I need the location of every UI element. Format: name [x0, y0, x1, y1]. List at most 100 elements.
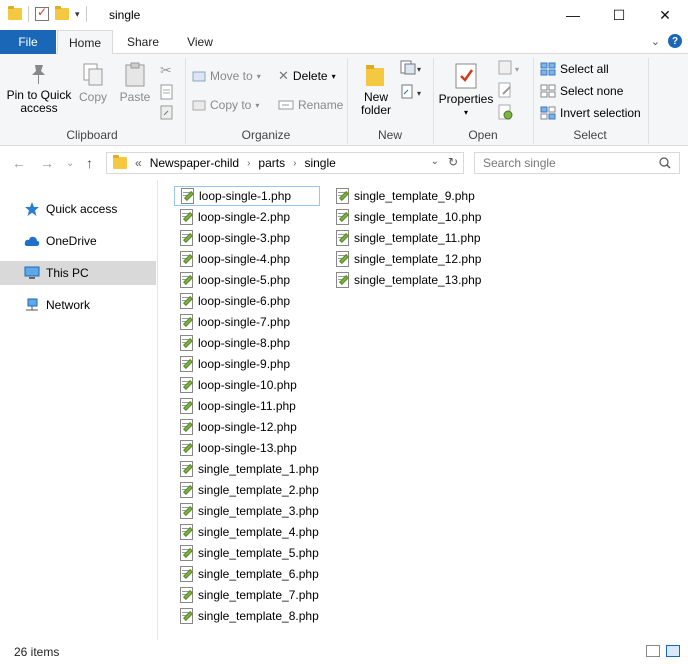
copy-button[interactable]: Copy	[76, 62, 110, 104]
chevron-right-icon[interactable]: ›	[293, 158, 296, 169]
paste-shortcut-icon[interactable]	[160, 104, 174, 120]
file-item[interactable]: single_template_3.php	[174, 501, 319, 521]
tab-home[interactable]: Home	[57, 30, 113, 55]
file-item[interactable]: single_template_6.php	[174, 564, 319, 584]
paste-button[interactable]: Paste	[118, 62, 152, 104]
edit-icon[interactable]	[498, 82, 514, 98]
file-item[interactable]: loop-single-5.php	[174, 270, 290, 290]
file-name: loop-single-2.php	[198, 210, 291, 224]
address-dropdown-icon[interactable]: ⌄	[431, 156, 439, 167]
file-item[interactable]: loop-single-4.php	[174, 249, 290, 269]
nav-item-network[interactable]: Network	[0, 293, 156, 317]
php-file-icon	[180, 524, 194, 540]
file-item[interactable]: single_template_12.php	[330, 249, 481, 269]
file-item[interactable]: single_template_1.php	[174, 459, 319, 479]
breadcrumb-parts[interactable]: parts	[258, 156, 285, 170]
file-item[interactable]: single_template_9.php	[330, 186, 475, 206]
minimize-button[interactable]: —	[550, 0, 596, 30]
php-file-icon	[180, 503, 194, 519]
rename-label: Rename	[298, 98, 344, 112]
history-icon[interactable]	[498, 104, 514, 120]
nav-item-quick-access[interactable]: Quick access	[0, 197, 156, 221]
new-folder-button[interactable]: New folder	[354, 62, 398, 117]
file-item[interactable]: loop-single-13.php	[174, 438, 297, 458]
tab-view[interactable]: View	[172, 30, 228, 54]
expand-ribbon-icon[interactable]: ⌄	[651, 35, 660, 48]
nav-item-this-pc[interactable]: This PC	[0, 261, 156, 285]
php-file-icon	[180, 587, 194, 603]
file-name: single_template_6.php	[198, 567, 319, 581]
forward-icon[interactable]: →	[40, 155, 54, 171]
breadcrumb-overflow[interactable]: «	[135, 156, 142, 170]
open-icon[interactable]: ▾	[498, 60, 524, 76]
properties-button[interactable]: Properties ▾	[438, 62, 494, 119]
file-name: single_template_1.php	[198, 462, 319, 476]
file-item[interactable]: loop-single-1.php	[174, 186, 320, 206]
select-all-button[interactable]: Select all	[540, 59, 609, 79]
recent-locations-icon[interactable]: ⌄	[66, 158, 74, 169]
file-name: loop-single-13.php	[198, 441, 297, 455]
maximize-button[interactable]: ☐	[596, 0, 642, 30]
address-bar[interactable]: « Newspaper-child › parts › single ⌄ ↻	[106, 152, 464, 174]
file-item[interactable]: loop-single-3.php	[174, 228, 290, 248]
help-icon[interactable]: ?	[668, 34, 682, 48]
nav-label: Network	[46, 298, 91, 312]
breadcrumb-newspaper-child[interactable]: Newspaper-child	[150, 156, 239, 170]
file-item[interactable]: single_template_7.php	[174, 585, 319, 605]
pin-icon	[32, 65, 45, 84]
close-button[interactable]: ✕	[642, 0, 688, 30]
file-item[interactable]: single_template_10.php	[330, 207, 481, 227]
copy-path-icon[interactable]	[160, 84, 174, 100]
tab-share[interactable]: Share	[116, 30, 170, 54]
php-file-icon	[180, 335, 194, 351]
details-view-icon[interactable]	[646, 645, 660, 657]
delete-button[interactable]: ✕ Delete ▾	[278, 66, 336, 86]
properties-icon[interactable]	[35, 5, 49, 21]
pin-to-quick-access-button[interactable]: Pin to Quick access	[4, 62, 74, 115]
new-group-label: New	[377, 128, 402, 142]
select-none-button[interactable]: Select none	[540, 81, 623, 101]
new-item-icon[interactable]: ▾	[400, 60, 424, 76]
easy-access-icon[interactable]: ▾	[400, 84, 424, 100]
tab-file[interactable]: File	[0, 30, 56, 54]
select-none-label: Select none	[560, 84, 624, 98]
back-icon[interactable]: ←	[12, 155, 26, 171]
file-item[interactable]: loop-single-9.php	[174, 354, 290, 374]
file-item[interactable]: single_template_13.php	[330, 270, 481, 290]
up-icon[interactable]: ↑	[86, 155, 93, 171]
file-item[interactable]: single_template_5.php	[174, 543, 319, 563]
php-file-icon	[336, 188, 350, 204]
file-item[interactable]: loop-single-12.php	[174, 417, 297, 437]
move-to-button[interactable]: Move to ▾	[192, 66, 261, 86]
file-item[interactable]: single_template_2.php	[174, 480, 319, 500]
file-item[interactable]: loop-single-6.php	[174, 291, 290, 311]
customize-toolbar-icon[interactable]: ▾	[75, 9, 80, 20]
file-item[interactable]: loop-single-10.php	[174, 375, 297, 395]
file-item[interactable]: single_template_4.php	[174, 522, 319, 542]
file-name: single_template_9.php	[354, 189, 475, 203]
file-name: single_template_7.php	[198, 588, 319, 602]
nav-item-onedrive[interactable]: OneDrive	[0, 229, 156, 253]
rename-button[interactable]: Rename	[278, 95, 343, 115]
cut-icon[interactable]: ✂	[160, 62, 172, 79]
large-icons-view-icon[interactable]	[666, 645, 680, 657]
file-item[interactable]: single_template_11.php	[330, 228, 481, 248]
paste-label: Paste	[119, 90, 151, 104]
search-box[interactable]: Search single	[474, 152, 680, 174]
file-item[interactable]: loop-single-11.php	[174, 396, 296, 416]
navigation-pane: Quick access OneDrive This PC Network	[0, 180, 158, 640]
file-item[interactable]: loop-single-2.php	[174, 207, 290, 227]
file-name: single_template_12.php	[354, 252, 482, 266]
file-name: single_template_4.php	[198, 525, 319, 539]
refresh-icon[interactable]: ↻	[448, 155, 458, 169]
invert-selection-button[interactable]: Invert selection	[540, 103, 641, 123]
file-item[interactable]: loop-single-7.php	[174, 312, 290, 332]
new-folder-icon[interactable]	[55, 6, 69, 20]
file-item[interactable]: loop-single-8.php	[174, 333, 290, 353]
php-file-icon	[180, 398, 194, 414]
copy-to-button[interactable]: Copy to ▾	[192, 95, 259, 115]
file-item[interactable]: single_template_8.php	[174, 606, 319, 626]
breadcrumb-single[interactable]: single	[304, 156, 335, 170]
chevron-right-icon[interactable]: ›	[247, 158, 250, 169]
folder-icon	[113, 155, 127, 169]
